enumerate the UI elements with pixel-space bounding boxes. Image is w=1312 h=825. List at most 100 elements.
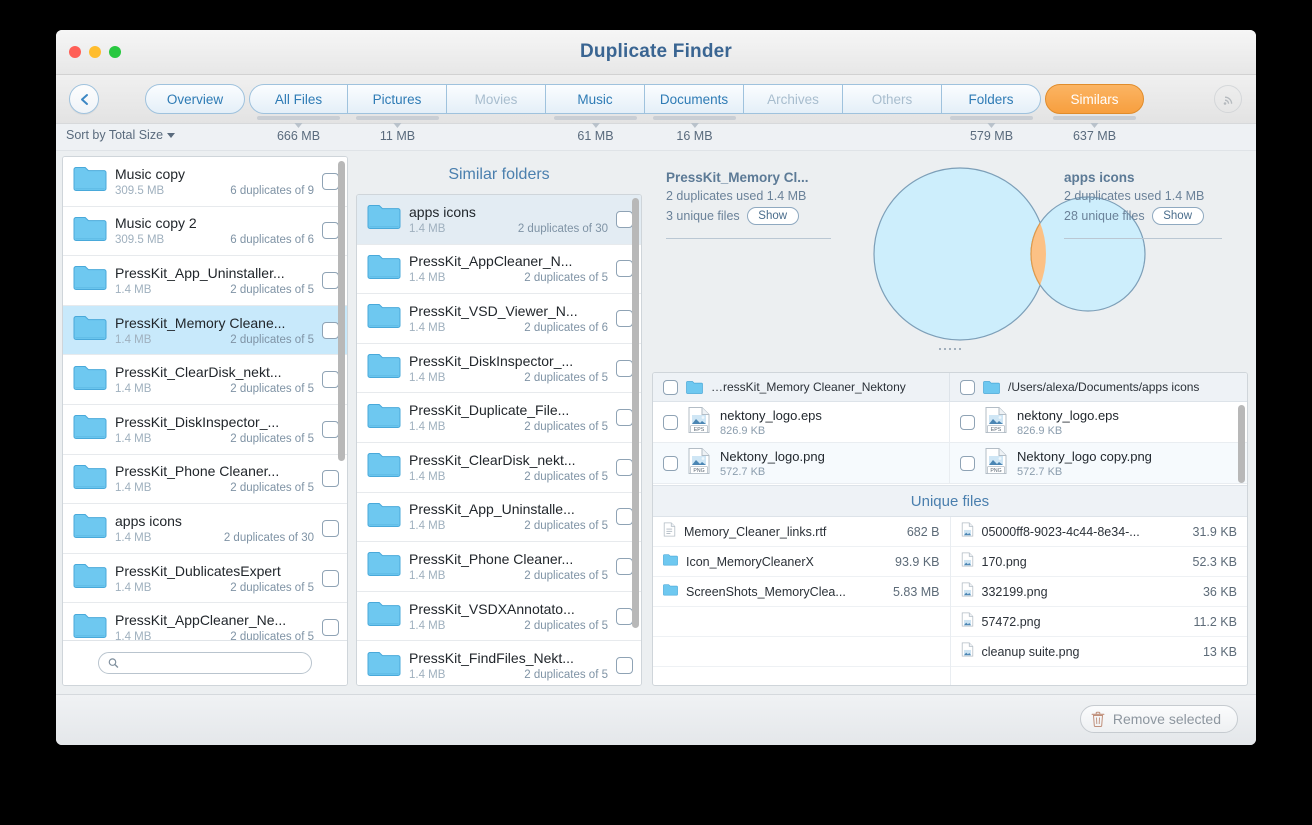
- folder-list-item[interactable]: apps icons 1.4 MB 2 duplicates of 30: [357, 195, 641, 245]
- tab-movies[interactable]: Movies: [447, 84, 546, 114]
- folder-item-checkbox[interactable]: [616, 210, 633, 228]
- folder-item-checkbox[interactable]: [322, 271, 339, 289]
- folder-item-checkbox[interactable]: [322, 371, 339, 389]
- folder-item-size: 1.4 MB: [115, 432, 152, 445]
- list-item[interactable]: 170.png 52.3 KB: [950, 547, 1247, 577]
- venn-left-show-button[interactable]: Show: [746, 207, 799, 225]
- folder-list-item[interactable]: PressKit_AppCleaner_Ne... 1.4 MB 2 duplica…: [63, 603, 347, 640]
- folder-item-checkbox[interactable]: [322, 321, 339, 339]
- tab-music[interactable]: Music: [546, 84, 645, 114]
- folder-item-checkbox[interactable]: [322, 420, 339, 438]
- folder-item-checkbox[interactable]: [322, 172, 339, 190]
- folder-list-item[interactable]: PressKit_App_Uninstalle... 1.4 MB 2 duplic…: [357, 492, 641, 543]
- folder-list-item[interactable]: PressKit_FindFiles_Nekt... 1.4 MB 2 duplic…: [357, 641, 641, 685]
- folder-item-checkbox[interactable]: [616, 458, 633, 476]
- duplicates-scrollbar[interactable]: [1238, 405, 1245, 483]
- similar-folders-scrollbar[interactable]: [632, 198, 639, 628]
- list-item[interactable]: Memory_Cleaner_links.rtf 682 B: [653, 517, 950, 547]
- duplicate-cell-right[interactable]: PNG Nektony_logo copy.png 572.7 KB: [950, 443, 1247, 483]
- folder-item-checkbox[interactable]: [322, 619, 339, 637]
- folder-item-checkbox[interactable]: [616, 409, 633, 427]
- folder-list-item[interactable]: PressKit_VSD_Viewer_N... 1.4 MB 2 duplicat…: [357, 294, 641, 344]
- sort-dropdown[interactable]: Sort by Total Size: [66, 128, 176, 142]
- folder-icon: [367, 552, 401, 577]
- signal-icon[interactable]: [1214, 85, 1242, 113]
- folder-item-checkbox[interactable]: [616, 607, 633, 625]
- folder-list-item[interactable]: PressKit_DublicatesExpert 1.4 MB 2 duplica…: [63, 553, 347, 604]
- search-input[interactable]: [123, 655, 302, 671]
- folder-list-item[interactable]: PressKit_ClearDisk_nekt... 1.4 MB 2 duplic…: [63, 355, 347, 405]
- folder-item-duplicates: 2 duplicates of 5: [230, 581, 314, 594]
- list-item[interactable]: Icon_MemoryCleanerX 93.9 KB: [653, 547, 950, 577]
- unique-file-size: 11.2 KB: [1193, 614, 1237, 629]
- folder-item-text: PressKit_VSDXAnnotato... 1.4 MB 2 duplicat…: [409, 601, 608, 632]
- folder-list-scrollbar[interactable]: [338, 161, 345, 461]
- folder-list-item[interactable]: PressKit_Phone Cleaner... 1.4 MB 2 duplica…: [63, 454, 347, 505]
- search-box[interactable]: [98, 652, 312, 674]
- folder-item-meta: 1.4 MB 2 duplicates of 30: [115, 532, 314, 544]
- folder-item-checkbox[interactable]: [616, 508, 633, 526]
- panel-resize-handle[interactable]: [939, 348, 961, 350]
- tab-archives[interactable]: Archives: [744, 84, 843, 114]
- folder-item-duplicates: 6 duplicates of 9: [230, 184, 314, 197]
- tab-overview[interactable]: Overview: [145, 84, 245, 114]
- folder-item-checkbox[interactable]: [616, 557, 633, 575]
- duplicate-cell-left[interactable]: PNG Nektony_logo.png 572.7 KB: [653, 443, 950, 483]
- tab-all-files[interactable]: All Files: [249, 84, 348, 114]
- tab-similars[interactable]: Similars: [1045, 84, 1144, 114]
- folder-item-checkbox[interactable]: [322, 470, 339, 488]
- folder-list-item[interactable]: PressKit_ClearDisk_nekt... 1.4 MB 2 duplic…: [357, 442, 641, 493]
- table-row[interactable]: PNG Nektony_logo.png 572.7 KB PNG Nektony_lo…: [653, 443, 1247, 484]
- folder-list-item[interactable]: apps icons 1.4 MB 2 duplicates of 30: [63, 504, 347, 554]
- select-all-right-checkbox[interactable]: [960, 379, 975, 395]
- folder-list-item[interactable]: PressKit_DiskInspector_... 1.4 MB 2 duplic…: [63, 404, 347, 455]
- folder-list-item[interactable]: PressKit_AppCleaner_N... 1.4 MB 2 duplicat…: [357, 244, 641, 295]
- folder-icon: [367, 451, 401, 483]
- folder-list-item[interactable]: PressKit_Phone Cleaner... 1.4 MB 2 duplica…: [357, 542, 641, 592]
- list-item[interactable]: ScreenShots_MemoryClea... 5.83 MB: [653, 577, 950, 607]
- folder-list[interactable]: Music copy 309.5 MB 6 duplicates of 9 Music…: [63, 157, 347, 640]
- list-item[interactable]: 05000ff8-9023-4c44-8e34-... 31.9 KB: [950, 517, 1247, 547]
- duplicate-checkbox[interactable]: [960, 455, 975, 471]
- duplicate-checkbox[interactable]: [960, 414, 975, 430]
- folder-list-item[interactable]: PressKit_DiskInspector_... 1.4 MB 2 duplic…: [357, 343, 641, 394]
- folder-list-item[interactable]: PressKit_Memory Cleane... 1.4 MB 2 duplica…: [63, 305, 347, 356]
- back-button[interactable]: [69, 84, 99, 114]
- list-item[interactable]: 57472.png 11.2 KB: [950, 607, 1247, 637]
- folder-item-checkbox[interactable]: [322, 222, 339, 240]
- folder-item-checkbox[interactable]: [322, 519, 339, 537]
- folder-list-item[interactable]: Music copy 309.5 MB 6 duplicates of 9: [63, 157, 347, 207]
- folder-list-item[interactable]: PressKit_App_Uninstaller... 1.4 MB 2 dupli…: [63, 256, 347, 306]
- unique-files-left-column: Memory_Cleaner_links.rtf 682 B Icon_Memory…: [653, 517, 951, 685]
- duplicate-cell-left[interactable]: EPS nektony_logo.eps 826.9 KB: [653, 402, 950, 442]
- list-item[interactable]: cleanup suite.png 13 KB: [950, 637, 1247, 667]
- duplicate-file-size: 572.7 KB: [720, 465, 766, 478]
- folder-item-checkbox[interactable]: [616, 309, 633, 327]
- folder-list-item[interactable]: PressKit_Duplicate_File... 1.4 MB 2 duplic…: [357, 393, 641, 443]
- venn-right-show-button[interactable]: Show: [1151, 207, 1204, 225]
- duplicate-checkbox[interactable]: [663, 414, 678, 430]
- tab-pictures[interactable]: Pictures: [348, 84, 447, 114]
- similar-folders-list[interactable]: apps icons 1.4 MB 2 duplicates of 30 PressK…: [356, 194, 642, 686]
- folder-icon: [73, 215, 107, 247]
- select-all-left-checkbox[interactable]: [663, 379, 678, 395]
- folder-item-checkbox[interactable]: [322, 569, 339, 587]
- folder-icon: [367, 254, 401, 279]
- folder-item-checkbox[interactable]: [616, 260, 633, 278]
- list-item[interactable]: 332199.png 36 KB: [950, 577, 1247, 607]
- tab-documents[interactable]: Documents: [645, 84, 744, 114]
- table-row[interactable]: EPS nektony_logo.eps 826.9 KB EPS nektony_lo…: [653, 402, 1247, 443]
- folder-item-size: 1.4 MB: [115, 482, 152, 495]
- folder-list-item[interactable]: PressKit_VSDXAnnotato... 1.4 MB 2 duplicat…: [357, 591, 641, 642]
- duplicate-checkbox[interactable]: [663, 455, 678, 471]
- tab-folders[interactable]: Folders: [942, 84, 1041, 114]
- folder-item-checkbox[interactable]: [616, 359, 633, 377]
- tab-size-label: 11 MB: [380, 123, 415, 143]
- duplicate-cell-right[interactable]: EPS nektony_logo.eps 826.9 KB: [950, 402, 1247, 442]
- tab-others[interactable]: Others: [843, 84, 942, 114]
- sort-and-sizes-row: Sort by Total Size 666 MB 11 MB 61 MB 16 MB…: [56, 123, 1256, 151]
- folder-item-checkbox[interactable]: [616, 657, 633, 675]
- remove-selected-button[interactable]: Remove selected: [1079, 705, 1238, 733]
- venn-left-rule: [666, 238, 831, 239]
- folder-list-item[interactable]: Music copy 2 309.5 MB 6 duplicates of 6: [63, 206, 347, 257]
